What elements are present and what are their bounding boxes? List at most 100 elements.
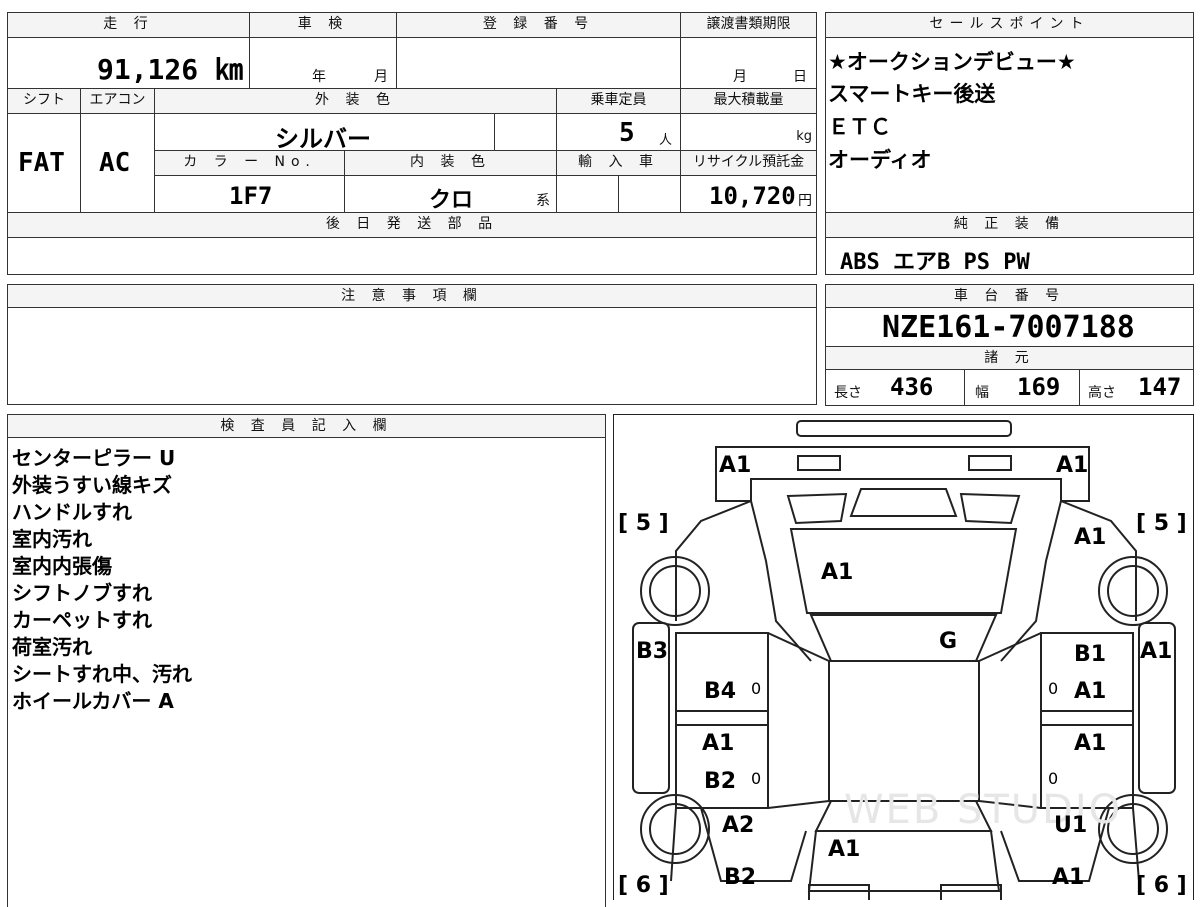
mark-quarter-right: U1 bbox=[1054, 813, 1088, 838]
import-cell-left bbox=[556, 175, 619, 213]
capacity-unit: 人 bbox=[659, 133, 673, 148]
mark-front-door-right-lower: A1 bbox=[1074, 679, 1107, 704]
chassis-cell: NZE161-7007188 bbox=[825, 307, 1194, 347]
exterior-color-cell: シルバー bbox=[154, 113, 495, 153]
mark-tire-rear-right: [ 6 ] bbox=[1136, 873, 1187, 898]
inspector-line: センターピラー U bbox=[12, 446, 176, 470]
specs-width-value: 169 bbox=[1017, 373, 1061, 401]
inspection-header: 車 検 bbox=[249, 12, 397, 38]
mark-quarter-left: A2 bbox=[722, 813, 755, 838]
sales-point-header: セールスポイント bbox=[825, 12, 1194, 38]
mark-rear-right: A1 bbox=[1052, 865, 1085, 890]
sales-point-item: ＥＴＣ bbox=[828, 115, 891, 139]
ac-value: AC bbox=[99, 148, 131, 178]
interior-suffix: 系 bbox=[536, 193, 550, 209]
maxload-header: 最大積載量 bbox=[680, 88, 817, 114]
recycle-cell: 10,720 円 bbox=[680, 175, 817, 213]
inspection-month-label: 月 bbox=[374, 69, 388, 85]
exterior-color-value: シルバー bbox=[275, 125, 371, 153]
inspector-line: 室内汚れ bbox=[12, 527, 92, 551]
maxload-cell: kg bbox=[680, 113, 817, 151]
color-no-value: 1F7 bbox=[229, 182, 273, 210]
shift-header: シフト bbox=[7, 88, 81, 114]
chassis-header: 車 台 番 号 bbox=[825, 284, 1194, 308]
mark-rear-door-left-lower: B2 bbox=[704, 769, 737, 794]
maxload-unit: kg bbox=[796, 129, 812, 144]
mark-zero-b: 0 bbox=[1048, 679, 1059, 698]
mark-pillar-left: B3 bbox=[636, 639, 669, 664]
capacity-value: 5 bbox=[619, 118, 635, 148]
mark-front-left: A1 bbox=[719, 453, 752, 478]
mileage-header: 走 行 bbox=[7, 12, 250, 38]
genuine-equipment-value: ABS エアB PS PW bbox=[840, 250, 1030, 275]
color-no-header: カ ラ ー No. bbox=[154, 150, 345, 176]
mark-zero-c: 0 bbox=[751, 769, 762, 788]
deadline-month-label: 月 bbox=[733, 69, 747, 85]
registration-header: 登 録 番 号 bbox=[396, 12, 681, 38]
car-condition-diagram: WEB STUDIO A1 A1 [ 5 ] [ 5 ] A1 A1 G B3 … bbox=[613, 414, 1194, 900]
sales-point-body: ★オークションデビュー★ スマートキー後送 ＥＴＣ オーディオ bbox=[825, 37, 1194, 213]
recycle-unit: 円 bbox=[798, 193, 812, 209]
specs-length-label: 長さ bbox=[834, 385, 862, 401]
sales-point-item: オーディオ bbox=[828, 148, 932, 172]
sales-point-item: ★オークションデビュー★ bbox=[828, 50, 1076, 74]
inspector-header: 検 査 員 記 入 欄 bbox=[7, 414, 606, 438]
inspector-line: ホイールカバー A bbox=[12, 689, 174, 713]
specs-height-label: 高さ bbox=[1088, 385, 1116, 401]
specs-width-cell: 幅 169 bbox=[964, 369, 1080, 406]
recycle-header: リサイクル預託金 bbox=[680, 150, 817, 176]
inspector-line: シートすれ中、汚れ bbox=[12, 662, 192, 686]
mark-windshield: G bbox=[939, 629, 958, 654]
specs-length-cell: 長さ 436 bbox=[825, 369, 965, 406]
recycle-value: 10,720 bbox=[709, 182, 796, 210]
capacity-header: 乗車定員 bbox=[556, 88, 681, 114]
mark-hood: A1 bbox=[821, 560, 854, 585]
notes-header: 注 意 事 項 欄 bbox=[7, 284, 817, 308]
exterior-color-extra-cell bbox=[494, 113, 557, 151]
mark-tire-rear-left: [ 6 ] bbox=[618, 873, 669, 898]
inspection-year-label: 年 bbox=[312, 69, 326, 85]
mark-zero-d: 0 bbox=[1048, 769, 1059, 788]
specs-height-value: 147 bbox=[1138, 373, 1182, 401]
import-header: 輸 入 車 bbox=[556, 150, 681, 176]
mark-rear-left: B2 bbox=[724, 865, 757, 890]
specs-height-cell: 高さ 147 bbox=[1079, 369, 1194, 406]
transfer-deadline-cell: 月 日 bbox=[680, 37, 817, 89]
deadline-day-label: 日 bbox=[793, 69, 807, 85]
mileage-value: 91,126 ㎞ bbox=[96, 53, 243, 86]
inspector-line: 室内内張傷 bbox=[12, 554, 112, 578]
vehicle-info-table: 走 行 車 検 登 録 番 号 譲渡書類期限 91,126 ㎞ 年 月 月 日 … bbox=[7, 12, 817, 275]
genuine-equipment-cell: ABS エアB PS PW bbox=[825, 237, 1194, 275]
mark-rear-door-right: A1 bbox=[1074, 731, 1107, 756]
mark-tire-front-left: [ 5 ] bbox=[618, 511, 669, 536]
mark-trunk: A1 bbox=[828, 837, 861, 862]
ac-cell: AC bbox=[80, 113, 155, 213]
mark-fender-front-right: A1 bbox=[1074, 525, 1107, 550]
interior-header: 内 装 色 bbox=[344, 150, 557, 176]
registration-cell bbox=[396, 37, 681, 89]
sales-point-item: スマートキー後送 bbox=[828, 82, 996, 106]
transfer-deadline-header: 譲渡書類期限 bbox=[680, 12, 817, 38]
inspector-line: シフトノブすれ bbox=[12, 581, 152, 605]
exterior-color-header: 外 装 色 bbox=[154, 88, 557, 114]
inspector-line: 荷室汚れ bbox=[12, 635, 92, 659]
genuine-equipment-header: 純 正 装 備 bbox=[825, 212, 1194, 238]
interior-cell: クロ 系 bbox=[344, 175, 557, 213]
mark-tire-front-right: [ 5 ] bbox=[1136, 511, 1187, 536]
mark-front-right: A1 bbox=[1056, 453, 1089, 478]
inspector-line: 外装うすい線キズ bbox=[12, 473, 172, 497]
inspection-cell: 年 月 bbox=[249, 37, 397, 89]
capacity-cell: 5 人 bbox=[556, 113, 681, 151]
specs-length-value: 436 bbox=[890, 373, 934, 401]
specs-width-label: 幅 bbox=[975, 385, 989, 401]
ac-header: エアコン bbox=[80, 88, 155, 114]
import-cell-right bbox=[618, 175, 681, 213]
mark-zero-a: 0 bbox=[751, 679, 762, 698]
mileage-cell: 91,126 ㎞ bbox=[7, 37, 250, 89]
shift-value: FAT bbox=[18, 148, 65, 178]
mark-rear-door-left-upper: A1 bbox=[702, 731, 735, 756]
chassis-value: NZE161-7007188 bbox=[882, 310, 1135, 345]
notes-body bbox=[7, 307, 817, 405]
inspector-line: カーペットすれ bbox=[12, 608, 152, 632]
inspector-line: ハンドルすれ bbox=[12, 500, 132, 524]
